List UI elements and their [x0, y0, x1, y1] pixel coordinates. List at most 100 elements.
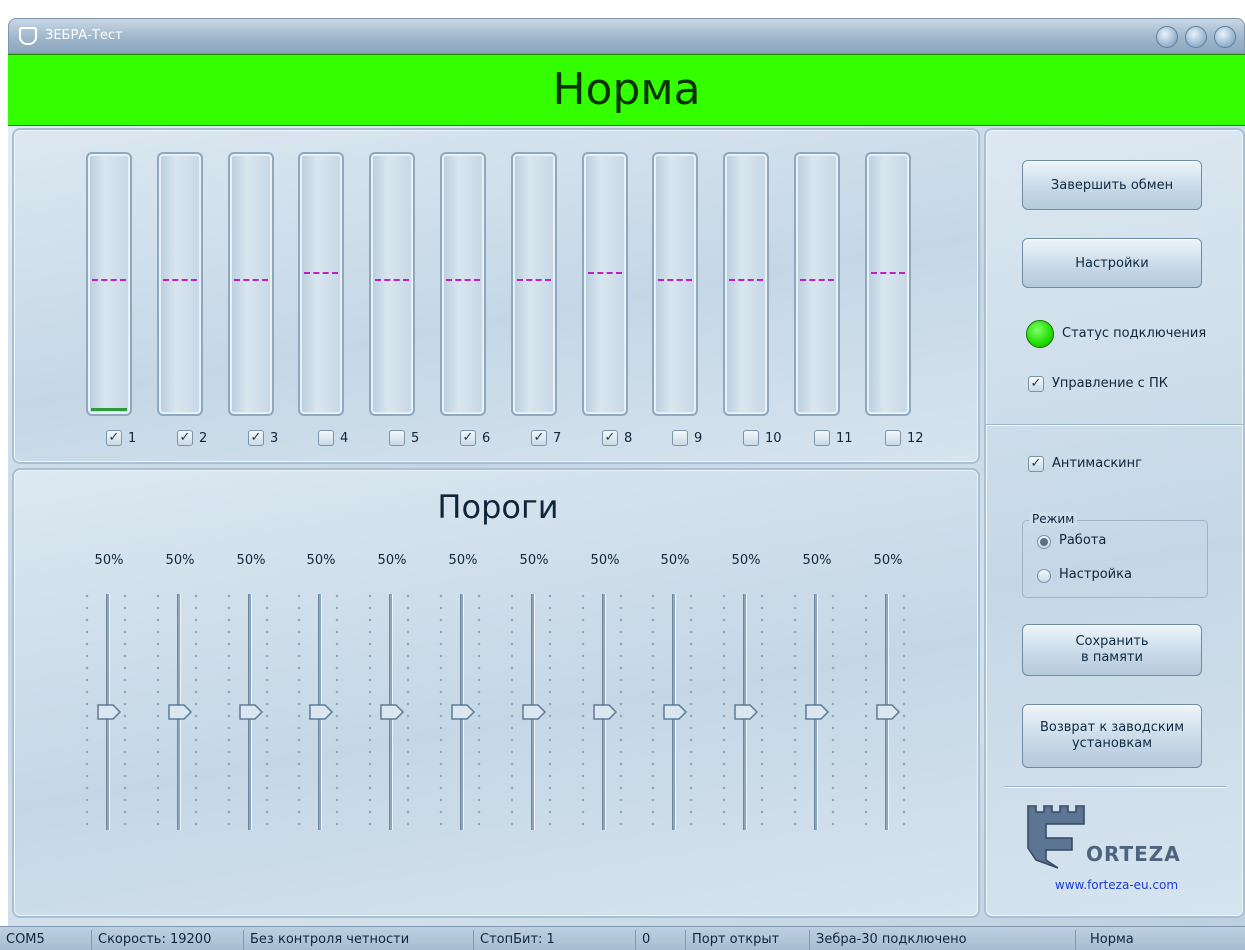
app-logo-icon — [19, 27, 37, 45]
maximize-button[interactable] — [1185, 26, 1207, 48]
threshold-slider[interactable] — [220, 590, 280, 834]
checkbox-box[interactable]: ✓ — [177, 430, 193, 446]
slider-tick-marks — [507, 590, 517, 830]
channel-bar — [511, 152, 557, 416]
website-link[interactable]: www.forteza-eu.com — [986, 878, 1245, 892]
channel-threshold-line — [729, 279, 763, 281]
checkbox-box[interactable] — [743, 430, 759, 446]
threshold-slider[interactable] — [290, 590, 350, 834]
channel-checkbox[interactable]: 4 — [318, 430, 368, 448]
settings-label: Настройки — [1075, 255, 1149, 271]
channel-checkbox[interactable]: ✓ 1 — [106, 430, 156, 448]
threshold-slider[interactable] — [715, 590, 775, 834]
threshold-slider[interactable] — [857, 590, 917, 834]
antimasking-checkbox[interactable]: ✓ — [1028, 456, 1044, 472]
checkbox-box[interactable] — [389, 430, 405, 446]
channel-bar — [582, 152, 628, 416]
threshold-value: 50% — [377, 553, 407, 568]
checkbox-box[interactable] — [814, 430, 830, 446]
control-panel: Завершить обмен Настройки Статус подключ… — [984, 128, 1245, 918]
checkbox-box[interactable]: ✓ — [531, 430, 547, 446]
settings-button[interactable]: Настройки — [1022, 238, 1202, 288]
channel-checkbox[interactable]: ✓ 2 — [177, 430, 227, 448]
checkbox-box[interactable]: ✓ — [460, 430, 476, 446]
slider-thumb[interactable] — [804, 703, 830, 721]
slider-tick-marks — [82, 590, 92, 830]
slider-tick-marks — [719, 590, 729, 830]
slider-thumb[interactable] — [521, 703, 547, 721]
status-state: Норма — [1090, 932, 1134, 947]
checkbox-box[interactable]: ✓ — [602, 430, 618, 446]
pc-control-checkbox[interactable]: ✓ — [1028, 376, 1044, 392]
threshold-slider[interactable] — [644, 590, 704, 834]
slider-thumb[interactable] — [238, 703, 264, 721]
threshold-value: 50% — [802, 553, 832, 568]
factory-reset-label: установкам — [1071, 736, 1153, 751]
threshold-slider[interactable] — [432, 590, 492, 834]
channel-checkbox[interactable]: 5 — [389, 430, 439, 448]
slider-thumb[interactable] — [592, 703, 618, 721]
channel-threshold-line — [446, 279, 480, 281]
slider-tick-marks — [790, 590, 800, 830]
threshold-slider[interactable] — [361, 590, 421, 834]
forteza-logo: ORTEZA — [1024, 802, 1214, 882]
slider-thumb[interactable] — [308, 703, 334, 721]
channel-threshold-line — [375, 279, 409, 281]
channel-checkbox[interactable]: ✓ 3 — [248, 430, 298, 448]
channel-label: 11 — [836, 431, 853, 446]
slider-thumb[interactable] — [733, 703, 759, 721]
slider-tick-marks — [153, 590, 163, 830]
save-to-memory-button[interactable]: Сохранить в памяти — [1022, 624, 1202, 676]
threshold-value: 50% — [590, 553, 620, 568]
checkbox-box[interactable] — [318, 430, 334, 446]
window-title: ЗЕБРА-Тест — [45, 28, 123, 43]
channel-checkbox[interactable]: ✓ 7 — [531, 430, 581, 448]
threshold-value: 50% — [306, 553, 336, 568]
slider-thumb[interactable] — [875, 703, 901, 721]
status-port: COM5 — [0, 930, 92, 950]
mode-setup-label: Настройка — [1059, 567, 1132, 582]
close-button[interactable] — [1214, 26, 1236, 48]
channel-bar — [865, 152, 911, 416]
checkbox-box[interactable] — [672, 430, 688, 446]
slider-thumb[interactable] — [662, 703, 688, 721]
checkbox-box[interactable]: ✓ — [106, 430, 122, 446]
channel-checkbox[interactable]: 11 — [814, 430, 864, 448]
logo-wordmark: ORTEZA — [1086, 842, 1181, 866]
checkbox-box[interactable]: ✓ — [248, 430, 264, 446]
channel-checkbox[interactable]: 12 — [885, 430, 935, 448]
slider-thumb[interactable] — [450, 703, 476, 721]
mode-setup-radio[interactable] — [1037, 569, 1051, 583]
checkmark-icon: ✓ — [604, 430, 616, 445]
channel-bar — [794, 152, 840, 416]
slider-thumb[interactable] — [96, 703, 122, 721]
threshold-slider[interactable] — [503, 590, 563, 834]
channel-checkbox[interactable]: 10 — [743, 430, 793, 448]
channel-label: 7 — [553, 431, 562, 446]
slider-thumb[interactable] — [379, 703, 405, 721]
thresholds-title: Пороги — [437, 488, 559, 526]
threshold-value: 50% — [236, 553, 266, 568]
threshold-slider[interactable] — [149, 590, 209, 834]
threshold-slider[interactable] — [78, 590, 138, 834]
status-parity: Без контроля четности — [244, 930, 474, 950]
slider-thumb[interactable] — [167, 703, 193, 721]
status-speed: Скорость: 19200 — [92, 930, 244, 950]
factory-reset-button[interactable]: Возврат к заводским установкам — [1022, 704, 1202, 768]
threshold-slider[interactable] — [786, 590, 846, 834]
channel-label: 9 — [694, 431, 703, 446]
checkbox-box[interactable] — [885, 430, 901, 446]
channel-checkbox[interactable]: ✓ 6 — [460, 430, 510, 448]
channel-checkbox[interactable]: ✓ 8 — [602, 430, 652, 448]
channel-threshold-line — [658, 279, 692, 281]
threshold-slider[interactable] — [574, 590, 634, 834]
channel-bar — [298, 152, 344, 416]
channel-bar — [157, 152, 203, 416]
finish-exchange-button[interactable]: Завершить обмен — [1022, 160, 1202, 210]
minimize-button[interactable] — [1156, 26, 1178, 48]
channel-threshold-line — [92, 279, 126, 281]
channel-threshold-line — [234, 279, 268, 281]
mode-work-radio[interactable] — [1037, 535, 1051, 549]
channel-checkbox[interactable]: 9 — [672, 430, 722, 448]
mode-group-label: Режим — [1029, 512, 1078, 526]
